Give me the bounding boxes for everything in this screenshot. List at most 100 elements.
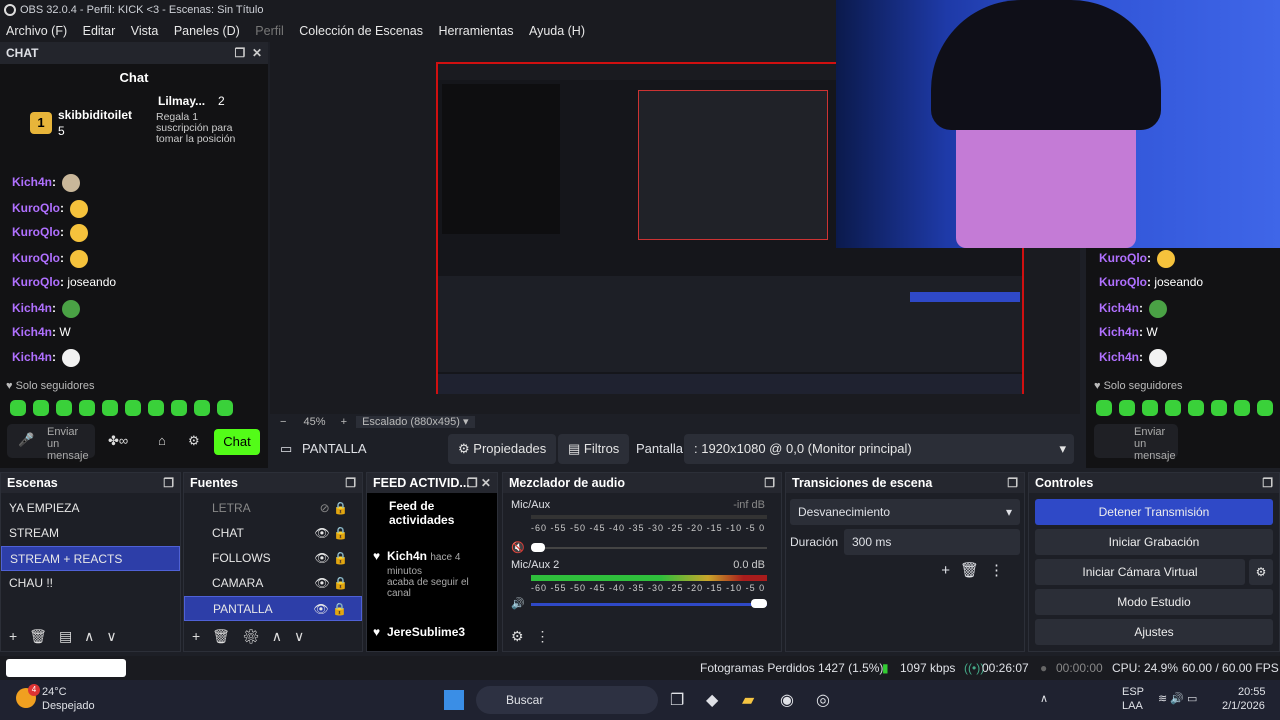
transition-toolbar[interactable]: +🗑⋮	[941, 561, 1014, 579]
controls-dock: Controles ❐ Detener Transmisión Iniciar G…	[1028, 472, 1280, 652]
menu-archivo[interactable]: Archivo (F)	[0, 20, 73, 42]
properties-button[interactable]: ⚙ Propiedades	[448, 434, 557, 464]
source-item[interactable]: FOLLOWS 👁 🔒	[184, 546, 362, 571]
display-select[interactable]: : 1920x1080 @ 0,0 (Monitor principal) ▾	[684, 434, 1074, 464]
studio-mode-button[interactable]: Modo Estudio	[1035, 589, 1273, 615]
start-virtual-camera-button[interactable]: Iniciar Cámara Virtual	[1035, 559, 1245, 585]
scenes-dock: Escenas ❐ YA EMPIEZA STREAM STREAM + REAC…	[0, 472, 181, 652]
language-code[interactable]: ESP	[1122, 686, 1144, 698]
chrome-icon[interactable]: ◉	[780, 690, 794, 710]
transition-select[interactable]: Desvanecimiento ▾	[790, 499, 1020, 525]
chat-message: KuroQlo:	[12, 248, 89, 268]
scene-item[interactable]: CHAU !!	[1, 571, 180, 596]
menu-editar[interactable]: Editar	[77, 20, 122, 42]
feed-header: FEED ACTIVID... ❐ ✕	[367, 473, 497, 493]
menu-coleccion[interactable]: Colección de Escenas	[293, 20, 429, 42]
mic-icon[interactable]: 🎤	[18, 432, 34, 448]
virtual-camera-settings-icon[interactable]: ⚙	[1249, 559, 1273, 585]
zoom-level: 45%	[303, 416, 326, 428]
chat-message: KuroQlo: joseando	[12, 275, 117, 289]
float-icon[interactable]: ❐	[235, 46, 246, 60]
menu-paneles[interactable]: Paneles (D)	[168, 20, 246, 42]
sources-dock: Fuentes ❐ LETRA ⊘ 🔒 CHAT 👁 🔒 FOLLOWS 👁 🔒 CAM…	[183, 472, 363, 652]
channel-name: Mic/Aux	[511, 499, 551, 511]
scene-item[interactable]: STREAM	[1, 521, 180, 546]
menu-ayuda[interactable]: Ayuda (H)	[523, 20, 591, 42]
speaker-icon[interactable]: 🔊	[511, 597, 525, 610]
taskbar-search[interactable]: Buscar	[476, 686, 658, 714]
start-icon[interactable]	[444, 690, 464, 710]
chat-message: Kich4n:	[12, 347, 81, 367]
minimized-window[interactable]	[6, 659, 126, 677]
emote-picker-icon[interactable]: ✤∞	[108, 433, 128, 449]
obs-taskbar-icon[interactable]: ◎	[816, 690, 830, 710]
right-chat-input[interactable]: Enviar un mensaje	[1094, 424, 1178, 462]
audio-mixer-dock: Mezclador de audio ❐ Mic/Aux -inf dB -60 …	[502, 472, 782, 652]
filters-button[interactable]: ▤ Filtros	[558, 434, 630, 464]
scene-item-selected[interactable]: STREAM + REACTS	[1, 546, 180, 571]
rank-badge: 1	[30, 112, 52, 134]
close-icon[interactable]: ✕	[252, 46, 262, 60]
emote-bar[interactable]	[10, 400, 240, 419]
duration-label: Duración	[790, 535, 839, 549]
chat-message: KuroQlo:	[12, 198, 89, 218]
chat-send-button[interactable]: Chat	[214, 429, 260, 455]
duration-input[interactable]: 300 ms	[844, 529, 1020, 555]
zoom-out-button[interactable]: −	[280, 416, 286, 428]
chat-message: Kich4n:	[12, 172, 81, 192]
scenes-toolbar[interactable]: +🗑▤∧∨	[9, 628, 129, 645]
menu-herramientas[interactable]: Herramientas	[432, 20, 519, 42]
dropped-frames: Fotogramas Perdidos 1427 (1.5%)	[700, 661, 884, 675]
clock-date[interactable]: 2/1/2026	[1222, 700, 1265, 712]
task-view-icon[interactable]: ❐	[670, 690, 684, 710]
activity-feed-dock: FEED ACTIVID... ❐ ✕ Feed de actividades ♥…	[366, 472, 498, 652]
volume-slider[interactable]	[531, 543, 545, 552]
source-item[interactable]: CHAT 👁 🔒	[184, 521, 362, 546]
store-icon[interactable]: ⌂	[158, 433, 166, 448]
copilot-icon[interactable]: ◆	[706, 690, 718, 710]
language-layout[interactable]: LAA	[1122, 700, 1143, 712]
emote-icon	[1149, 299, 1168, 318]
clock-time[interactable]: 20:55	[1238, 686, 1266, 698]
source-item-selected[interactable]: PANTALLA 👁 🔒	[184, 596, 362, 621]
second-user: Lilmay...	[158, 94, 206, 108]
channel-level: -inf dB	[733, 499, 765, 511]
signal-icon: ▮	[882, 661, 889, 675]
feed-title: Feed de actividades	[389, 499, 455, 527]
menu-vista[interactable]: Vista	[125, 20, 165, 42]
emote-icon	[1157, 249, 1176, 268]
mixer-header: Mezclador de audio ❐	[503, 473, 781, 493]
emote-bar[interactable]	[1096, 400, 1280, 419]
scaling-select[interactable]: Escalado (880x495) ▾	[356, 416, 475, 428]
chat-message: KuroQlo:	[1099, 248, 1176, 268]
sources-toolbar[interactable]: +🗑⚙∧∨	[192, 628, 316, 645]
feed-event: ♥ Kich4n hace 4 minutos acaba de seguir e…	[373, 549, 469, 599]
settings-button[interactable]: Ajustes	[1035, 619, 1273, 645]
temperature: 24°C	[42, 686, 67, 698]
channel-level: 0.0 dB	[733, 559, 765, 571]
channel-name: Mic/Aux 2	[511, 559, 560, 571]
chat-message: Kich4n: W	[12, 325, 71, 339]
zoom-in-button[interactable]: +	[341, 416, 347, 428]
source-item[interactable]: CAMARA 👁 🔒	[184, 571, 362, 596]
status-bar: Fotogramas Perdidos 1427 (1.5%) ▮ 1097 k…	[0, 656, 1280, 680]
menu-perfil[interactable]: Perfil	[249, 20, 289, 42]
mixer-toolbar[interactable]: ⚙⋮	[511, 628, 562, 645]
folder-icon[interactable]: ▰	[742, 690, 754, 710]
emote-icon	[70, 249, 89, 268]
source-item[interactable]: LETRA ⊘ 🔒	[184, 496, 362, 521]
selected-source-name: PANTALLA	[302, 441, 367, 456]
settings-icon[interactable]: ⚙	[188, 433, 200, 449]
scene-item[interactable]: YA EMPIEZA	[1, 496, 180, 521]
record-icon: ●	[1040, 661, 1048, 675]
volume-slider[interactable]	[751, 599, 767, 608]
start-recording-button[interactable]: Iniciar Grabación	[1035, 529, 1273, 555]
chat-message: Kich4n: W	[1099, 325, 1158, 339]
transitions-dock: Transiciones de escena ❐ Desvanecimiento ▾…	[785, 472, 1025, 652]
stop-stream-button[interactable]: Detener Transmisión	[1035, 499, 1273, 525]
wifi-icon[interactable]: ≋ 🔊 ▭	[1158, 692, 1197, 705]
meter-scale: -60 -55 -50 -45 -40 -35 -30 -25 -20 -15 …	[531, 583, 766, 593]
chat-message: KuroQlo:	[12, 222, 89, 242]
tray-chevron-icon[interactable]: ∧	[1040, 692, 1048, 705]
followers-only-label: ♥ Solo seguidores	[1094, 380, 1183, 392]
